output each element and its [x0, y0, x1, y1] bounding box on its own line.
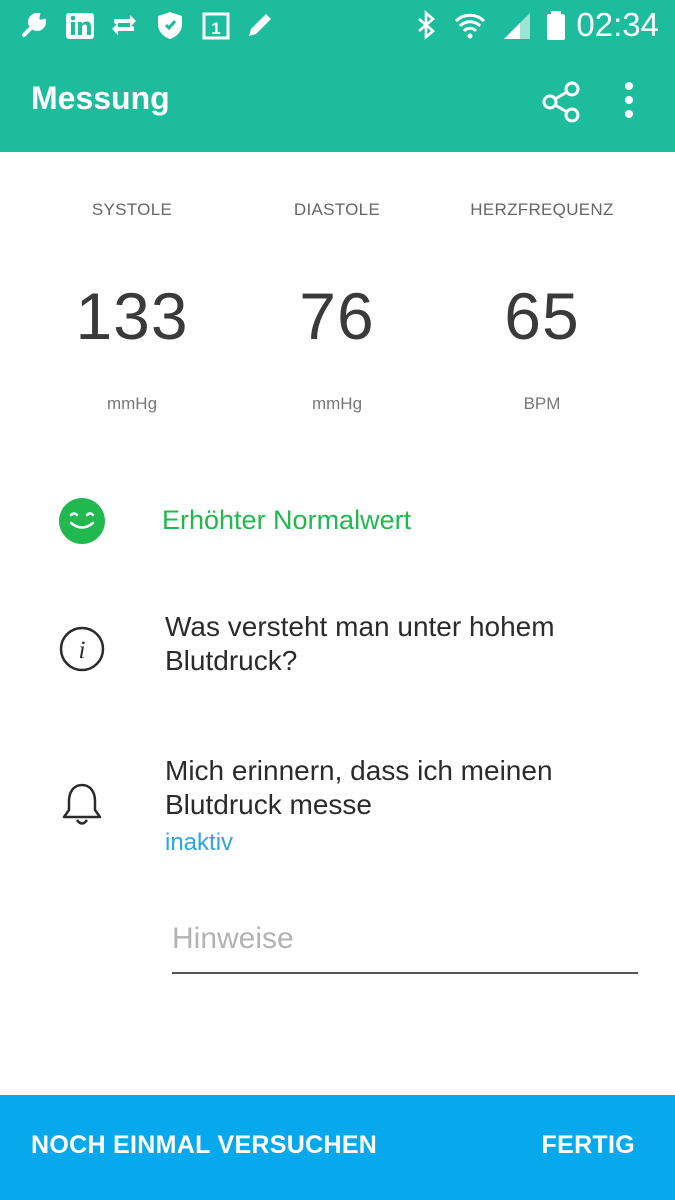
metric-label: SYSTOLE	[91, 200, 173, 219]
status-text: Erhöhter Normalwert	[162, 505, 412, 535]
share-icon[interactable]	[540, 80, 584, 124]
reminder-text-line1: Mich erinnern, dass ich meinen	[165, 755, 553, 786]
wifi-icon	[454, 13, 486, 39]
info-text-line1: Was versteht man unter hohem	[165, 611, 555, 642]
pencil-icon	[249, 14, 271, 36]
metric-diastole: DIASTOLE 76 mmHg	[232, 190, 442, 414]
metric-label: HERZFREQUENZ	[470, 200, 614, 219]
info-text-line2: Blutdruck?	[165, 645, 298, 676]
metric-heart-rate: HERZFREQUENZ 65 BPM	[437, 190, 647, 414]
signal-icon	[504, 13, 530, 39]
bell-icon	[62, 783, 102, 825]
metric-unit: mmHg	[106, 394, 158, 413]
battery-icon	[547, 11, 565, 40]
retry-button[interactable]: NOCH EINMAL VERSUCHEN	[31, 1131, 377, 1160]
reminder-state: inaktiv	[165, 829, 234, 856]
wrench-icon	[22, 12, 47, 37]
metric-unit: mmHg	[311, 394, 363, 413]
reminder-text[interactable]: Mich erinnern, dass ich meinen Blutdruck…	[165, 754, 553, 860]
metric-value: 76	[299, 279, 375, 353]
linkedin-icon	[66, 13, 94, 39]
bottom-action-bar: NOCH EINMAL VERSUCHEN FERTIG	[0, 1095, 675, 1200]
calendar-icon: 1	[202, 12, 230, 40]
sync-icon	[112, 15, 136, 35]
reminder-row[interactable]: Mich erinnern, dass ich meinen Blutdruck…	[0, 754, 675, 864]
metric-value: 133	[75, 279, 189, 353]
page-title: Messung	[31, 80, 170, 116]
app-bar: Messung	[0, 50, 675, 152]
done-button[interactable]: FERTIG	[542, 1131, 635, 1160]
svg-text:i: i	[79, 637, 86, 664]
shield-icon	[158, 12, 182, 39]
notes-input[interactable]	[172, 912, 638, 966]
status-time: 02:34	[576, 6, 659, 43]
info-text[interactable]: Was versteht man unter hohem Blutdruck?	[165, 610, 555, 678]
info-row[interactable]: i Was versteht man unter hohem Blutdruck…	[0, 610, 675, 690]
metric-systole: SYSTOLE 133 mmHg	[27, 190, 237, 414]
notes-field[interactable]	[172, 912, 638, 974]
metric-unit: BPM	[523, 394, 561, 413]
svg-text:1: 1	[211, 19, 220, 38]
metric-value: 65	[504, 279, 580, 353]
smiley-icon	[59, 498, 105, 544]
metric-label: DIASTOLE	[293, 200, 381, 219]
info-icon: i	[59, 626, 105, 672]
bluetooth-icon	[418, 10, 435, 40]
reminder-text-line2: Blutdruck messe	[165, 789, 372, 820]
more-options-icon[interactable]	[614, 80, 644, 124]
status-bar: 1 02:34	[0, 0, 675, 50]
